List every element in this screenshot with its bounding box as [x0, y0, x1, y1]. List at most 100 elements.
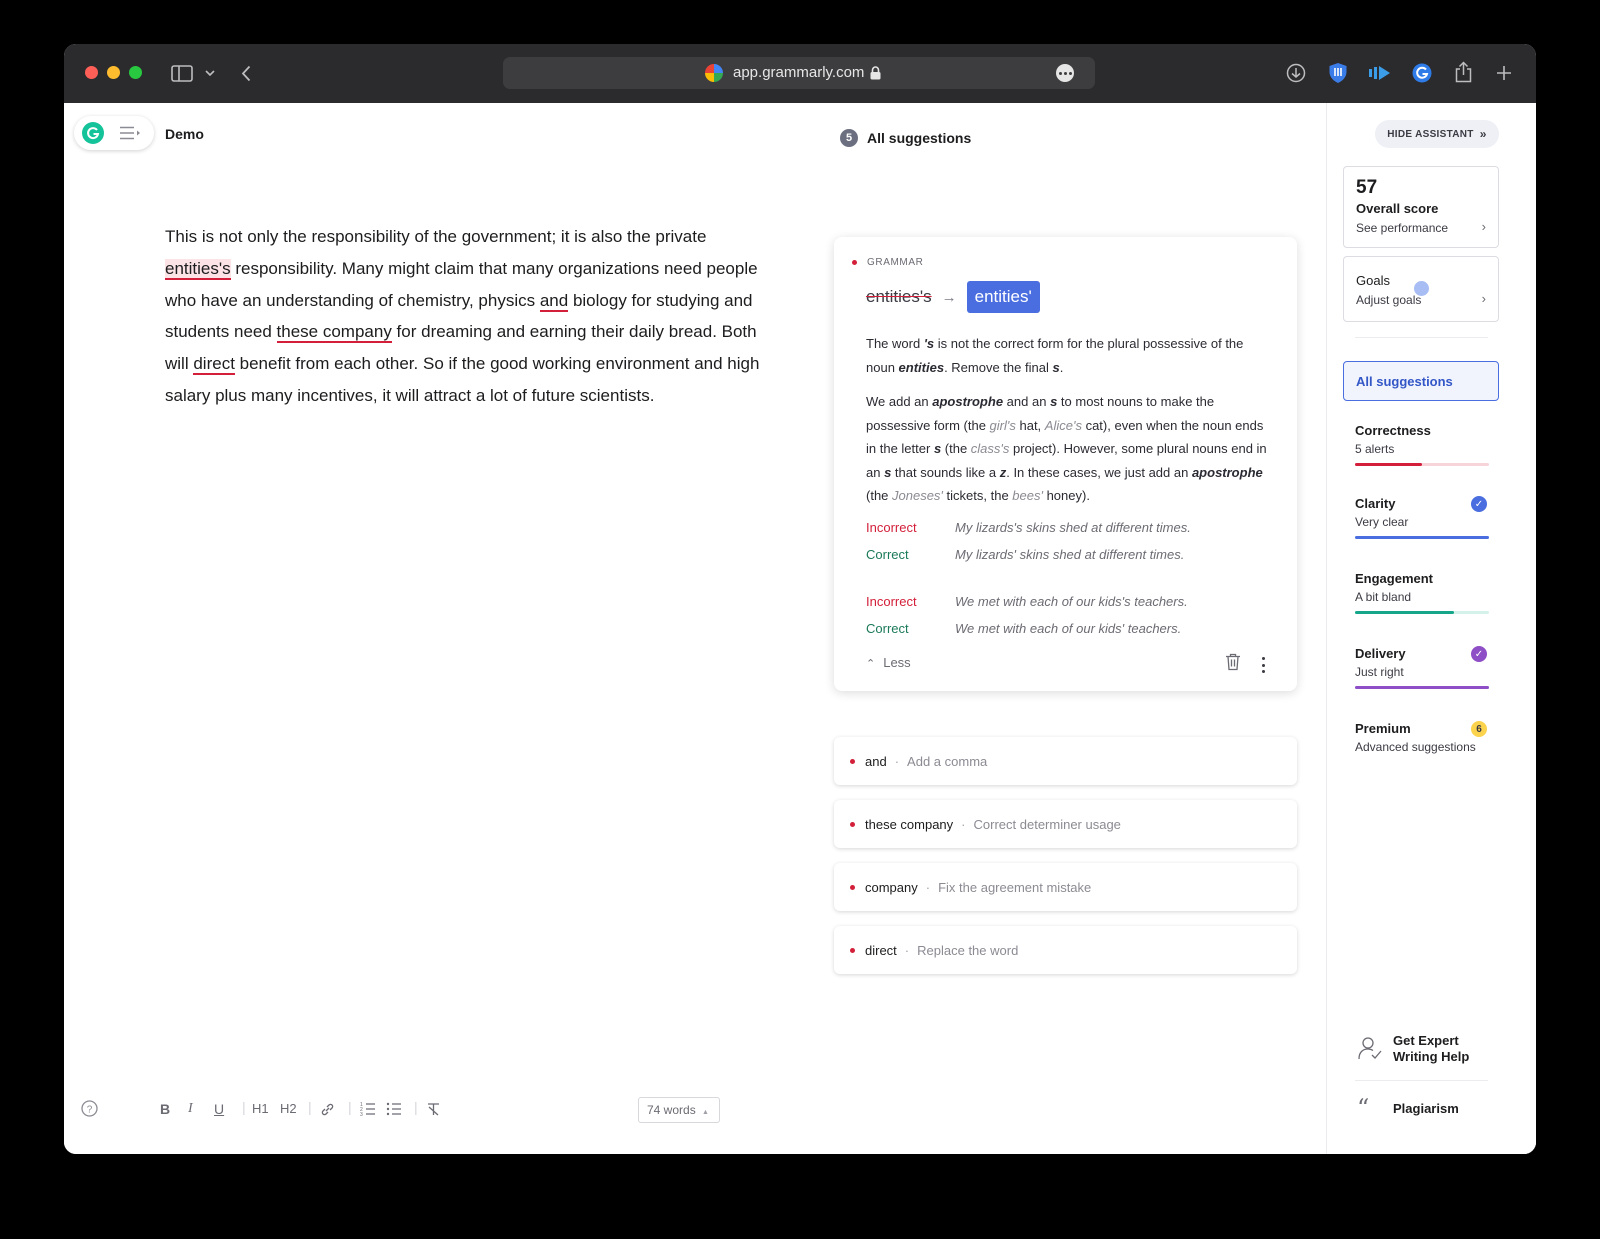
error-and[interactable]: and — [539, 290, 569, 312]
replacement-row: entities's → entities' — [866, 281, 1040, 313]
adjust-goals-link[interactable]: Adjust goals — [1356, 293, 1421, 307]
numbered-list-icon[interactable]: 123 — [360, 1102, 376, 1119]
download-icon[interactable] — [1285, 62, 1307, 84]
double-chevron-right-icon: » — [1479, 127, 1487, 141]
bold-button[interactable]: B — [160, 1101, 170, 1117]
suggestion-card[interactable]: and · Add a comma — [834, 737, 1297, 785]
example-text: My lizards's skins shed at different tim… — [955, 520, 1191, 535]
expert-help-icon — [1357, 1035, 1383, 1066]
grammarly-app: Demo This is not only the responsibility… — [64, 103, 1536, 1154]
text-segment: benefit from each other. So if the good … — [165, 354, 760, 405]
more-options-icon[interactable] — [1056, 64, 1074, 82]
grammarly-extension-icon[interactable] — [1411, 62, 1433, 84]
help-icon[interactable]: ? — [81, 1100, 98, 1120]
share-icon[interactable] — [1453, 59, 1473, 85]
metric-clarity[interactable]: Clarity Very clear ✓ — [1355, 496, 1489, 539]
metric-engagement[interactable]: Engagement A bit bland — [1355, 571, 1489, 614]
suggestion-word: and — [865, 753, 887, 769]
suggestions-heading: All suggestions — [867, 130, 972, 146]
chevron-right-icon: › — [1481, 219, 1486, 234]
play-extension-icon[interactable] — [1368, 62, 1392, 84]
less-button[interactable]: ⌃ Less — [866, 655, 911, 670]
browser-toolbar: app.grammarly.com — [64, 44, 1536, 103]
divider — [1355, 1080, 1488, 1081]
metric-status: Very clear — [1355, 515, 1409, 529]
zoom-window-button[interactable] — [129, 66, 142, 79]
error-dot — [850, 821, 855, 827]
menu-icon[interactable] — [119, 126, 143, 145]
kebab-menu-icon[interactable] — [1262, 657, 1266, 673]
site-favicon-icon — [705, 64, 723, 82]
category-label: GRAMMAR — [867, 257, 924, 268]
suggestion-word: direct — [865, 942, 897, 958]
trash-icon[interactable] — [1225, 653, 1241, 676]
heading1-button[interactable]: H1 — [252, 1101, 269, 1116]
suggestion-card[interactable]: company · Fix the agreement mistake — [834, 863, 1297, 911]
suggestion-count-badge: 5 — [840, 129, 858, 147]
overall-score-box[interactable]: 57 Overall score See performance › — [1343, 166, 1499, 248]
clear-formatting-icon[interactable] — [426, 1102, 441, 1119]
metric-bar-fill — [1355, 536, 1489, 539]
word-count[interactable]: 74 words ▲ — [638, 1097, 720, 1123]
metric-bar — [1355, 463, 1489, 466]
example-label: Correct — [866, 621, 909, 636]
check-circle-icon: ✓ — [1471, 496, 1487, 512]
example-label: Incorrect — [866, 520, 917, 535]
sidebar-toggle-icon[interactable] — [170, 61, 194, 85]
all-suggestions-tab[interactable]: All suggestions — [1343, 361, 1499, 401]
error-dot — [850, 884, 855, 890]
metric-bar-fill — [1355, 686, 1489, 689]
minimize-window-button[interactable] — [107, 66, 120, 79]
see-performance-link[interactable]: See performance — [1356, 221, 1448, 235]
example-row: Correct My lizards' skins shed at differ… — [866, 547, 1184, 562]
chevron-down-icon[interactable] — [203, 65, 217, 81]
suggestion-card[interactable]: direct · Replace the word — [834, 926, 1297, 974]
plagiarism-link[interactable]: Plagiarism — [1393, 1101, 1459, 1116]
address-bar[interactable]: app.grammarly.com — [503, 57, 1095, 89]
browser-window: app.grammarly.com Demo This is not only … — [64, 44, 1536, 1154]
error-direct[interactable]: direct — [193, 354, 235, 376]
metric-premium[interactable]: Premium Advanced suggestions 6 — [1355, 721, 1489, 754]
suggestion-description: Replace the word — [917, 942, 1019, 958]
document-text[interactable]: This is not only the responsibility of t… — [165, 221, 765, 412]
example-text: We met with each of our kids' teachers. — [955, 621, 1182, 636]
hide-assistant-button[interactable]: HIDE ASSISTANT » — [1375, 120, 1499, 148]
metric-bar-fill — [1355, 611, 1455, 614]
quote-icon: “ — [1357, 1094, 1370, 1122]
heading2-button[interactable]: H2 — [280, 1101, 297, 1116]
back-arrow-icon[interactable] — [238, 61, 254, 85]
suggestion-card[interactable]: these company · Correct determiner usage — [834, 800, 1297, 848]
grammarly-logo-icon[interactable] — [82, 122, 104, 144]
new-tab-icon[interactable] — [1494, 63, 1514, 83]
expert-help-link[interactable]: Get Expert Writing Help — [1393, 1033, 1469, 1065]
suggestions-header: 5 All suggestions — [840, 129, 971, 147]
lock-icon — [870, 66, 881, 85]
metric-correctness[interactable]: Correctness 5 alerts — [1355, 423, 1489, 466]
svg-text:?: ? — [87, 1105, 93, 1116]
goals-box[interactable]: Goals Adjust goals › — [1343, 256, 1499, 322]
error-entities[interactable]: entities's — [165, 258, 231, 280]
suggestion-card-expanded[interactable]: GRAMMAR entities's → entities' The word … — [834, 237, 1297, 691]
grammarly-menu-pill[interactable] — [74, 116, 154, 150]
example-label: Correct — [866, 547, 909, 562]
metric-delivery[interactable]: Delivery Just right ✓ — [1355, 646, 1489, 689]
close-window-button[interactable] — [85, 66, 98, 79]
check-circle-icon: ✓ — [1471, 646, 1487, 662]
link-icon[interactable] — [320, 1102, 335, 1120]
document-title[interactable]: Demo — [165, 126, 204, 142]
shield-extension-icon[interactable] — [1327, 61, 1349, 85]
metric-bar-fill — [1355, 463, 1422, 466]
rule-paragraph: We add an apostrophe and an s to most no… — [866, 394, 1267, 503]
error-dot — [850, 947, 855, 953]
italic-button[interactable]: I — [188, 1101, 193, 1117]
underline-button[interactable]: U — [214, 1101, 224, 1117]
error-these-company[interactable]: these company — [276, 322, 392, 344]
bulleted-list-icon[interactable] — [386, 1102, 402, 1119]
toolbar-divider: | — [242, 1099, 246, 1115]
metric-title: Correctness — [1355, 423, 1431, 438]
goals-title: Goals — [1356, 273, 1390, 288]
arrow-right-icon: → — [941, 288, 957, 306]
suggestion-category: GRAMMAR — [852, 257, 923, 268]
metric-title: Clarity — [1355, 496, 1396, 511]
accept-replacement-button[interactable]: entities' — [966, 281, 1040, 313]
